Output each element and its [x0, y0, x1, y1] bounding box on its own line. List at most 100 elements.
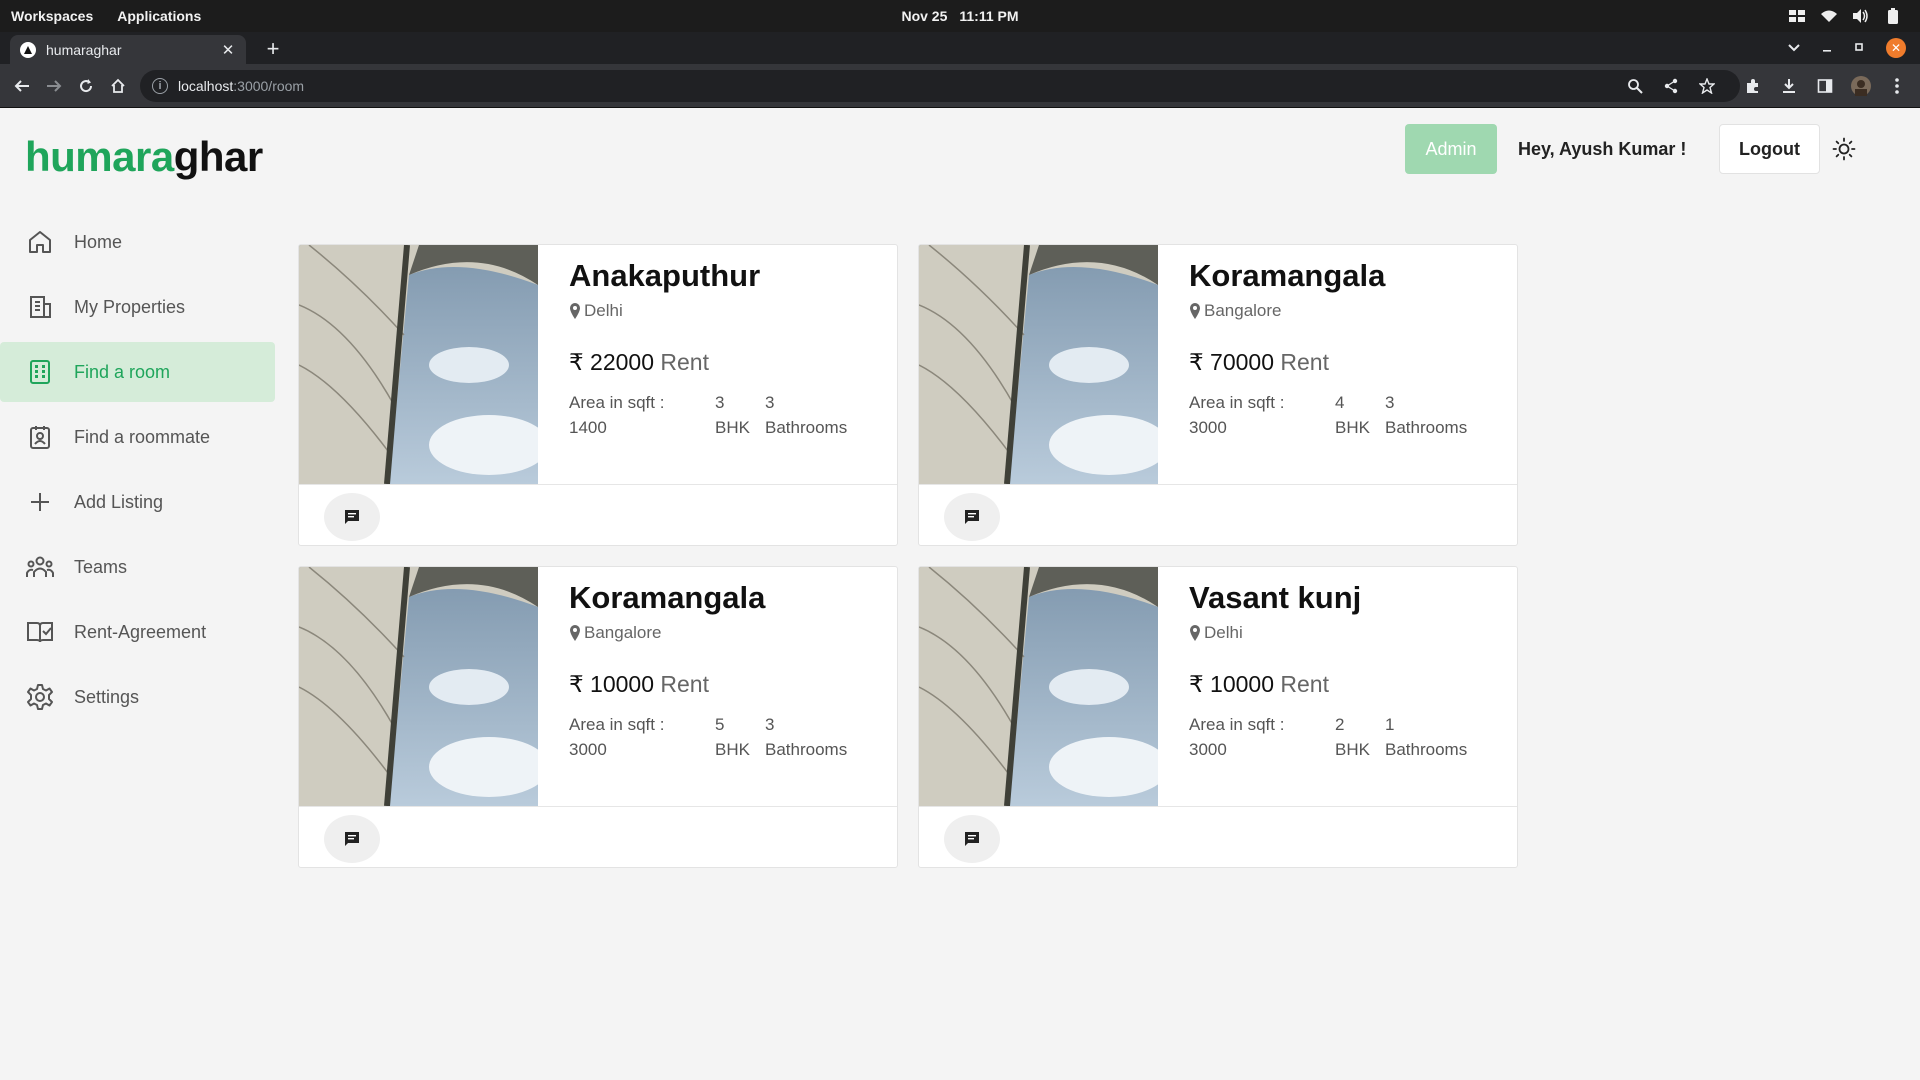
side-panel-icon[interactable] [1814, 75, 1836, 97]
tab-close-icon[interactable]: ✕ [220, 41, 236, 59]
chat-icon [965, 832, 979, 846]
user-greeting: Hey, Ayush Kumar ! [1518, 138, 1687, 159]
chat-button[interactable] [324, 493, 380, 541]
address-bar[interactable]: i localhost:3000/room [140, 70, 1740, 102]
bathrooms-label: Bathrooms [765, 418, 848, 437]
os-date[interactable]: Nov 25 [901, 8, 947, 24]
sidebar-item-home[interactable]: Home [0, 212, 275, 272]
chat-button[interactable] [944, 493, 1000, 541]
forward-arrow-icon[interactable] [42, 74, 66, 98]
bhk-value: 5 [715, 715, 725, 734]
area-label: Area in sqft : [1189, 715, 1285, 734]
minimize-icon[interactable] [1822, 39, 1832, 57]
window-layout-icon[interactable] [1788, 8, 1806, 24]
sidebar-item-my-properties[interactable]: My Properties [0, 277, 275, 337]
zoom-icon[interactable] [1624, 75, 1646, 97]
sidebar-item-add-listing[interactable]: Add Listing [0, 472, 275, 532]
browser-menu-icon[interactable] [1886, 75, 1908, 97]
bookmark-star-icon[interactable] [1696, 75, 1718, 97]
listing-location: Delhi [1204, 623, 1243, 642]
url-host: localhost [178, 78, 234, 94]
property-image[interactable] [299, 245, 538, 484]
os-time[interactable]: 11:11 PM [959, 8, 1018, 24]
window-close-button[interactable]: ✕ [1886, 38, 1906, 58]
logo-part-ghar: ghar [173, 133, 264, 180]
sidebar-item-label: Find a roommate [74, 426, 211, 447]
rent-label: Rent [1280, 671, 1329, 697]
area-value: 3000 [569, 740, 607, 759]
browser-tab[interactable]: humaraghar ✕ [10, 35, 246, 64]
location-pin-icon [1190, 625, 1200, 641]
share-icon[interactable] [1660, 75, 1682, 97]
book-icon [25, 617, 55, 647]
sidebar-item-find-a-room[interactable]: Find a room [0, 342, 275, 402]
location-pin-icon [1190, 303, 1200, 319]
listing-card[interactable]: Koramangala Bangalore ₹ 70000 Rent Area … [918, 244, 1518, 546]
bhk-label: BHK [1335, 740, 1370, 759]
sidebar-item-teams[interactable]: Teams [0, 537, 275, 597]
chat-button[interactable] [324, 815, 380, 863]
os-top-bar: Workspaces Applications Nov 25 11:11 PM [0, 0, 1920, 32]
area-value: 1400 [569, 418, 607, 437]
battery-icon[interactable] [1884, 8, 1902, 24]
listing-title: Vasant kunj [1189, 580, 1362, 615]
property-image[interactable] [299, 567, 538, 806]
rent-label: Rent [660, 349, 709, 375]
bathrooms-label: Bathrooms [1385, 418, 1468, 437]
chat-button[interactable] [944, 815, 1000, 863]
new-tab-button[interactable]: + [260, 36, 286, 62]
listing-title: Koramangala [1189, 258, 1386, 293]
site-info-icon[interactable]: i [152, 78, 168, 94]
back-arrow-icon[interactable] [10, 74, 34, 98]
listing-card[interactable]: Koramangala Bangalore ₹ 10000 Rent Area … [298, 566, 898, 868]
applications-menu[interactable]: Applications [117, 8, 201, 24]
listing-title: Anakaputhur [569, 258, 761, 293]
area-value: 3000 [1189, 740, 1227, 759]
extensions-puzzle-icon[interactable] [1742, 75, 1764, 97]
contact-card-icon [25, 422, 55, 452]
rent-label: Rent [660, 671, 709, 697]
area-label: Area in sqft : [569, 393, 665, 412]
currency-symbol: ₹ [1189, 349, 1204, 375]
sidebar-item-rent-agreement[interactable]: Rent-Agreement [0, 602, 275, 662]
download-icon[interactable] [1778, 75, 1800, 97]
logout-button[interactable]: Logout [1719, 124, 1820, 174]
property-image[interactable] [919, 245, 1158, 484]
tab-title: humaraghar [46, 41, 122, 58]
profile-avatar[interactable] [1850, 75, 1872, 97]
sidebar-item-find-a-roommate[interactable]: Find a roommate [0, 407, 275, 467]
maximize-icon[interactable] [1854, 39, 1864, 57]
sidebar-item-label: Rent-Agreement [74, 621, 207, 642]
bhk-label: BHK [1335, 418, 1370, 437]
currency-symbol: ₹ [569, 349, 584, 375]
tab-search-chevron-icon[interactable] [1788, 39, 1800, 57]
browser-tabstrip: humaraghar ✕ + ✕ [0, 32, 1920, 64]
os-clock: Nov 25 11:11 PM [0, 0, 1920, 32]
grid-building-icon [25, 357, 55, 387]
volume-icon[interactable] [1852, 8, 1870, 24]
bathrooms-value: 1 [1385, 715, 1395, 734]
reload-icon[interactable] [74, 74, 98, 98]
sidebar-item-settings[interactable]: Settings [0, 667, 275, 727]
bathrooms-value: 3 [765, 715, 775, 734]
listing-location: Delhi [584, 301, 623, 320]
listing-card[interactable]: Anakaputhur Delhi ₹ 22000 Rent Area in s… [298, 244, 898, 546]
favicon-icon [20, 41, 36, 58]
listing-title: Koramangala [569, 580, 766, 615]
property-image[interactable] [919, 567, 1158, 806]
admin-button[interactable]: Admin [1405, 124, 1497, 174]
home-button-icon[interactable] [106, 74, 130, 98]
chat-icon [345, 832, 359, 846]
theme-toggle-sun-icon[interactable] [1830, 135, 1858, 163]
listing-card[interactable]: Vasant kunj Delhi ₹ 10000 Rent Area in s… [918, 566, 1518, 868]
listing-price: ₹ 70000 Rent [1189, 349, 1507, 376]
sidebar-item-label: Home [74, 231, 123, 252]
workspaces-menu[interactable]: Workspaces [11, 8, 93, 24]
app-logo[interactable]: humaraghar [25, 133, 263, 181]
location-pin-icon [570, 303, 580, 319]
wifi-icon[interactable] [1820, 8, 1838, 24]
gear-icon [25, 682, 55, 712]
currency-symbol: ₹ [569, 671, 584, 697]
listing-price: ₹ 10000 Rent [569, 671, 887, 698]
chat-icon [965, 510, 979, 524]
